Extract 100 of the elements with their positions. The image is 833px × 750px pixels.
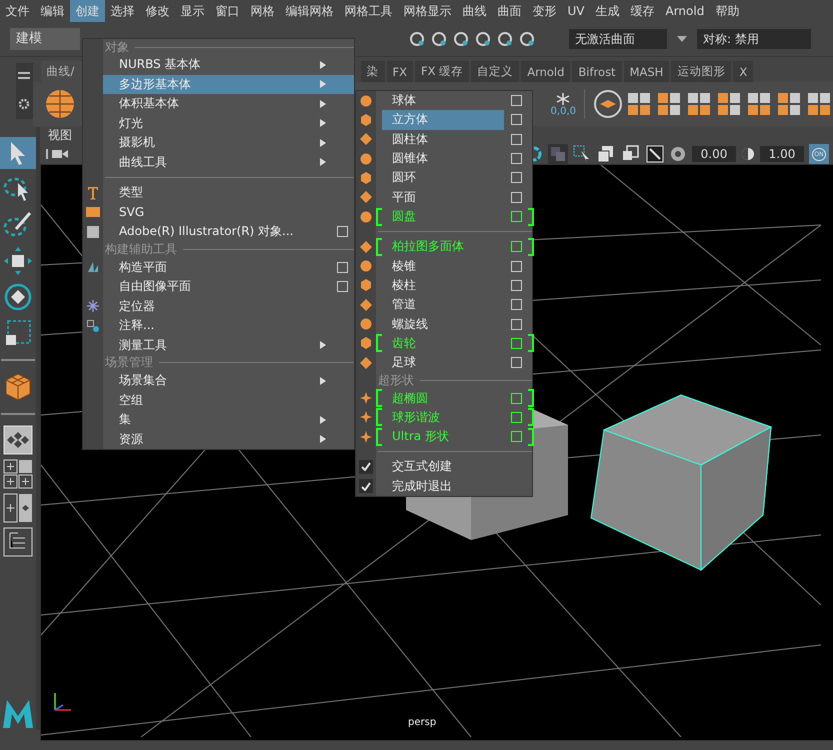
shape-icon[interactable] xyxy=(685,90,713,118)
option-box[interactable] xyxy=(510,172,522,184)
menu-item[interactable]: Arnold xyxy=(660,0,710,22)
menu-item[interactable]: Adobe(R) Illustrator(R) 对象... xyxy=(103,222,354,242)
menu-item[interactable]: 空组 xyxy=(103,390,354,410)
shelf-tab[interactable]: Bifrost xyxy=(572,61,622,82)
menu-item[interactable]: 自由图像平面 xyxy=(103,276,354,296)
view-menu[interactable]: 视图 xyxy=(48,127,72,144)
menu-item[interactable]: UV xyxy=(562,0,590,22)
option-box[interactable] xyxy=(510,357,522,368)
menu-item[interactable]: 曲线工具 xyxy=(103,152,354,172)
menu-item[interactable]: 摄影机 xyxy=(103,133,354,152)
menu-item[interactable]: 生成 xyxy=(590,0,625,22)
shelf-tab[interactable]: 染 xyxy=(360,61,385,82)
menu-item[interactable]: 棱锥 xyxy=(382,256,504,276)
menu-item[interactable]: 集 xyxy=(103,410,354,430)
layer-icon[interactable] xyxy=(593,89,623,119)
shape-icon[interactable] xyxy=(745,90,773,118)
four-view-icon[interactable] xyxy=(3,459,33,489)
menu-item[interactable]: 窗口 xyxy=(210,0,245,22)
gamma-field[interactable]: 1.00 xyxy=(760,146,804,162)
menu-item[interactable]: 网格工具 xyxy=(339,0,398,22)
menu-item[interactable]: 管道 xyxy=(382,295,504,314)
surface-field[interactable]: 无激活曲面 xyxy=(569,29,667,49)
menu-item[interactable]: 完成时退出 xyxy=(382,476,504,496)
option-box[interactable] xyxy=(336,226,348,238)
menu-item[interactable]: 曲面 xyxy=(492,0,527,22)
menu-item[interactable]: SVG xyxy=(103,202,354,222)
select-box-icon[interactable] xyxy=(573,145,591,163)
menu-item[interactable]: 测量工具 xyxy=(103,335,354,355)
menu-item[interactable]: 圆环 xyxy=(382,168,504,188)
menu-item[interactable]: 圆锥体 xyxy=(382,148,504,168)
shelf-tab[interactable]: Arnold xyxy=(521,61,570,82)
shelf-tab[interactable]: 运动图形 xyxy=(671,61,732,82)
camera-icon[interactable] xyxy=(46,147,70,161)
exposure-field[interactable]: 0.00 xyxy=(692,146,736,162)
option-box[interactable] xyxy=(510,241,522,252)
option-box[interactable] xyxy=(510,114,522,126)
menu-item[interactable]: 显示 xyxy=(175,0,210,22)
menu-item[interactable]: 缓存 xyxy=(625,0,660,22)
outliner-icon[interactable] xyxy=(3,527,33,557)
gamma-icon[interactable] xyxy=(741,146,755,162)
option-box[interactable] xyxy=(510,338,522,349)
menu-item[interactable]: 编辑 xyxy=(35,0,70,22)
checkbox[interactable] xyxy=(359,479,373,494)
menu-item[interactable]: Ultra 形状 xyxy=(382,426,504,446)
single-view-icon[interactable] xyxy=(3,425,33,455)
option-box[interactable] xyxy=(510,134,522,145)
menu-item[interactable]: 圆盘 xyxy=(382,206,504,226)
menu-item[interactable]: 帮助 xyxy=(710,0,745,22)
menu-item[interactable]: 齿轮 xyxy=(382,334,504,354)
menu-item[interactable]: 交互式创建 xyxy=(382,457,504,477)
exposure-icon[interactable] xyxy=(669,145,687,163)
menu-item[interactable]: 球形谐波 xyxy=(382,408,504,427)
symmetry-field[interactable]: 对称: 禁用 xyxy=(697,29,811,49)
menu-item[interactable]: 定位器 xyxy=(103,296,354,316)
menu-item[interactable]: 螺旋线 xyxy=(382,314,504,334)
menu-item[interactable]: 多边形基本体 xyxy=(103,74,354,94)
shape-icon[interactable] xyxy=(625,90,653,118)
wire-icon[interactable] xyxy=(646,145,664,163)
menu-item[interactable]: 圆柱体 xyxy=(382,130,504,149)
option-box[interactable] xyxy=(510,192,522,203)
menu-item[interactable]: 资源 xyxy=(103,429,354,449)
move-tool-icon[interactable] xyxy=(2,245,34,277)
shelf-tab[interactable]: FX xyxy=(386,61,414,82)
option-box[interactable] xyxy=(510,299,522,310)
menu-item[interactable]: 文件 xyxy=(0,0,35,22)
option-box[interactable] xyxy=(510,211,522,222)
shelf-tab[interactable]: X xyxy=(733,61,754,82)
menu-item[interactable]: 变形 xyxy=(527,0,562,22)
shape-icon[interactable] xyxy=(655,90,683,118)
menu-item[interactable]: 体积基本体 xyxy=(103,94,354,114)
menu-item[interactable]: 修改 xyxy=(140,0,175,22)
option-box[interactable] xyxy=(336,281,348,292)
menu-item[interactable]: 棱柱 xyxy=(382,276,504,296)
option-box[interactable] xyxy=(510,318,522,330)
menu-item[interactable]: 注释... xyxy=(103,316,354,336)
option-box[interactable] xyxy=(510,412,522,423)
option-box[interactable] xyxy=(510,95,522,106)
mode-dropdown[interactable]: 建模 xyxy=(10,28,80,50)
menu-item[interactable]: 柏拉图多面体 xyxy=(382,237,504,256)
rotate-tool-icon[interactable] xyxy=(2,281,34,313)
option-box[interactable] xyxy=(510,431,522,442)
shelf-tab[interactable]: 自定义 xyxy=(471,61,520,82)
menu-item[interactable]: 构造平面 xyxy=(103,257,354,277)
shape-icon[interactable] xyxy=(715,90,743,118)
menu-item[interactable]: 球体 xyxy=(382,91,504,110)
option-box[interactable] xyxy=(510,280,522,291)
menu-item[interactable]: 类型 xyxy=(103,182,354,202)
option-box[interactable] xyxy=(510,260,522,272)
menu-item[interactable]: 场景集合 xyxy=(103,370,354,390)
menu-item[interactable]: 灯光 xyxy=(103,114,354,133)
window-icon[interactable] xyxy=(621,145,641,163)
menu-item[interactable]: 网格 xyxy=(245,0,280,22)
shelf-tab[interactable]: FX 缓存 xyxy=(415,61,470,82)
two-view-icon[interactable] xyxy=(3,493,33,523)
menu-icon[interactable] xyxy=(18,72,30,80)
duplicate-icon[interactable] xyxy=(596,145,616,163)
shelf-tab[interactable]: MASH xyxy=(624,61,670,82)
menu-item[interactable]: 网格显示 xyxy=(398,0,457,22)
